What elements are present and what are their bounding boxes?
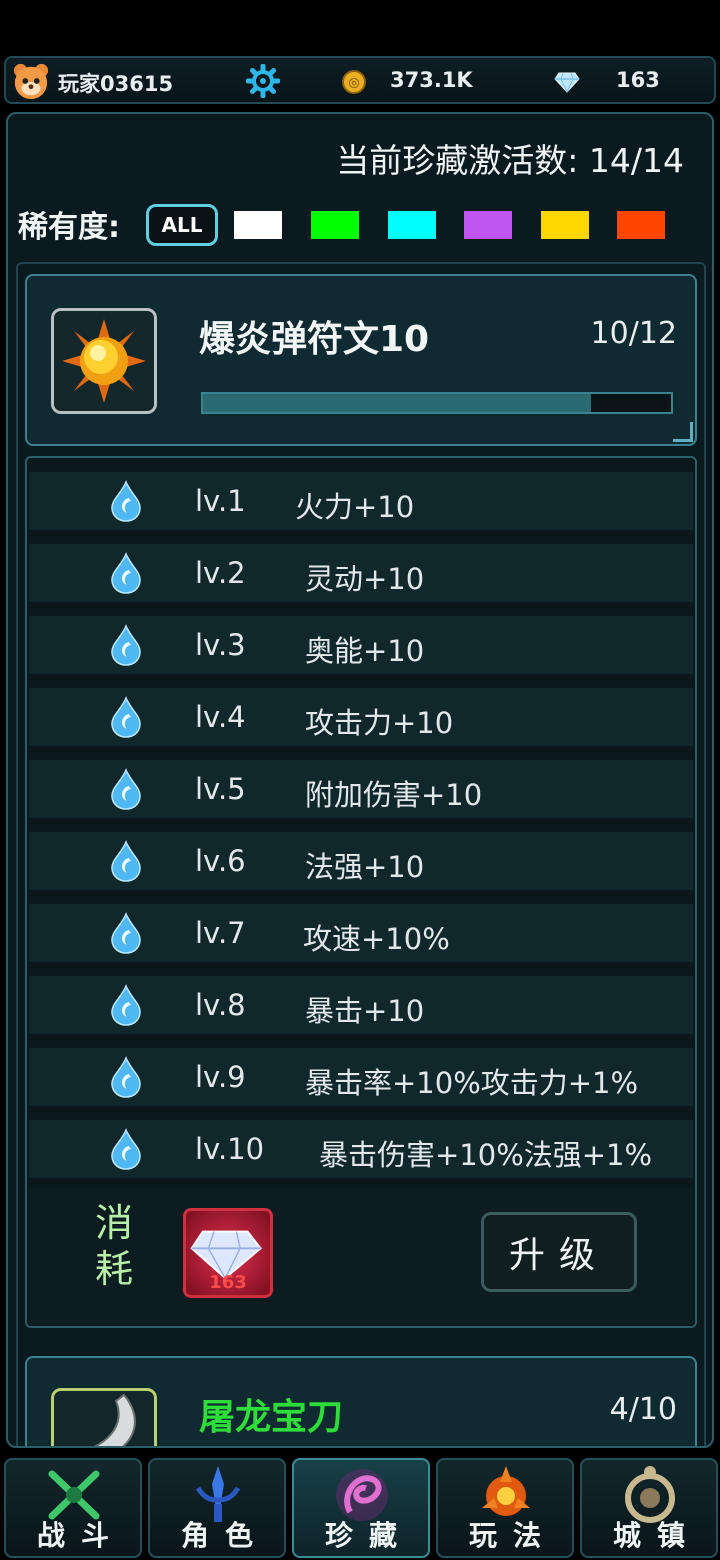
level-bonus: 附加伤害+10 [305,778,483,812]
rarity-filter-white[interactable] [234,211,282,239]
cost-label-line1: 消 [94,1201,133,1245]
nav-tab-town-emblem[interactable]: 城镇 [580,1458,718,1558]
nav-tab-sword-emblem[interactable]: 角色 [148,1458,286,1558]
avatar[interactable] [12,62,50,100]
cost-label: 消 耗 [89,1200,139,1292]
nav-tab-treasure-swirl[interactable]: 珍藏 [292,1458,430,1558]
level-label: lv.1 [195,484,246,518]
level-label: lv.6 [195,844,246,878]
coin-icon: ◎ [342,70,366,94]
level-bonus: 暴击伤害+10%法强+1% [319,1138,653,1172]
rarity-filter-all-button[interactable]: ALL [146,204,218,246]
level-row: lv.9 暴击率+10%攻击力+1% [29,1048,693,1106]
nav-tab-label: 角色 [180,1519,269,1552]
level-bonus: 攻击力+10 [305,706,454,740]
level-bonus: 攻速+10% [303,922,450,956]
item-progress-text: 4/10 [609,1392,677,1427]
cost-label-line2: 耗 [94,1247,133,1291]
fire-orb-icon [62,319,146,403]
collection-item-card[interactable]: 爆炎弹符文10 10/12 [25,274,697,446]
bottom-navigation: 战斗 角色 珍藏 玩法 城镇 [0,1454,720,1560]
item-progress-fill [203,394,592,412]
water-drop-icon [111,552,141,594]
active-collection-count: 当前珍藏激活数: 14/14 [336,141,684,180]
item-icon-frame [51,1388,157,1446]
card-corner-decoration [673,422,693,442]
level-row: lv.6 法强+10 [29,832,693,890]
nav-tab-label: 玩法 [468,1519,557,1552]
level-bonus: 暴击率+10%攻击力+1% [305,1066,639,1100]
item-icon-frame [51,308,157,414]
level-label: lv.8 [195,988,246,1022]
level-label: lv.7 [195,916,246,950]
rarity-filter-purple[interactable] [464,211,512,239]
rarity-label: 稀有度: [18,210,120,245]
level-row: lv.7 攻速+10% [29,904,693,962]
level-row: lv.1 火力+10 [29,472,693,530]
item-name: 屠龙宝刀 [199,1397,344,1438]
water-drop-icon [111,696,141,738]
level-row: lv.2 灵动+10 [29,544,693,602]
level-label: lv.2 [195,556,246,590]
rarity-filter-green[interactable] [311,211,359,239]
level-bonus: 法强+10 [305,850,425,884]
level-bonus-list: 消 耗 163 升级 lv.1 火力+10 lv.2 灵动+10 lv.3 奥能+10 lv… [25,456,697,1328]
level-row: lv.8 暴击+10 [29,976,693,1034]
collection-item-card-next[interactable]: 屠龙宝刀 4/10 [25,1356,697,1446]
level-label: lv.5 [195,772,246,806]
item-progress-text: 10/12 [590,316,677,351]
coin-balance: 373.1K [390,68,473,92]
rarity-filter-orange[interactable] [617,211,665,239]
level-label: lv.3 [195,628,246,662]
level-row: lv.5 附加伤害+10 [29,760,693,818]
nav-tab-flame-emblem[interactable]: 玩法 [436,1458,574,1558]
water-drop-icon [111,984,141,1026]
level-bonus: 火力+10 [295,490,415,524]
level-row: lv.4 攻击力+10 [29,688,693,746]
item-progress-bar [201,392,673,414]
level-label: lv.10 [195,1132,265,1166]
collection-panel: 当前珍藏激活数: 14/14 稀有度: ALL 爆炎弹符文10 10/12 消 … [6,112,714,1448]
diamond-icon [554,72,580,94]
water-drop-icon [111,480,141,522]
top-resource-bar: 玩家03615 ◎ 373.1K 163 [4,56,716,104]
item-name: 爆炎弹符文10 [199,319,430,360]
level-label: lv.9 [195,1060,246,1094]
level-row: lv.3 奥能+10 [29,616,693,674]
gear-icon[interactable] [246,64,280,98]
water-drop-icon [111,1128,141,1170]
player-name: 玩家03615 [58,72,174,96]
level-bonus: 暴击+10 [305,994,425,1028]
rarity-filter-cyan[interactable] [388,211,436,239]
cost-gem-icon: 163 [183,1208,273,1298]
blade-icon [93,1393,136,1446]
svg-text:◎: ◎ [348,76,359,91]
rarity-filter-gold[interactable] [541,211,589,239]
level-bonus: 奥能+10 [305,634,425,668]
level-label: lv.4 [195,700,246,734]
upgrade-cost-area: 消 耗 163 升级 [29,1188,693,1326]
level-row: lv.10 暴击伤害+10%法强+1% [29,1120,693,1178]
water-drop-icon [111,912,141,954]
nav-tab-label: 战斗 [36,1519,125,1552]
water-drop-icon [111,624,141,666]
upgrade-button[interactable]: 升级 [481,1212,637,1292]
nav-tab-crossed-swords[interactable]: 战斗 [4,1458,142,1558]
water-drop-icon [111,768,141,810]
nav-tab-label: 城镇 [612,1519,701,1552]
water-drop-icon [111,1056,141,1098]
water-drop-icon [111,840,141,882]
gem-balance: 163 [616,68,660,92]
level-bonus: 灵动+10 [305,562,425,596]
cost-count: 163 [209,1272,247,1293]
nav-tab-label: 珍藏 [324,1519,413,1552]
